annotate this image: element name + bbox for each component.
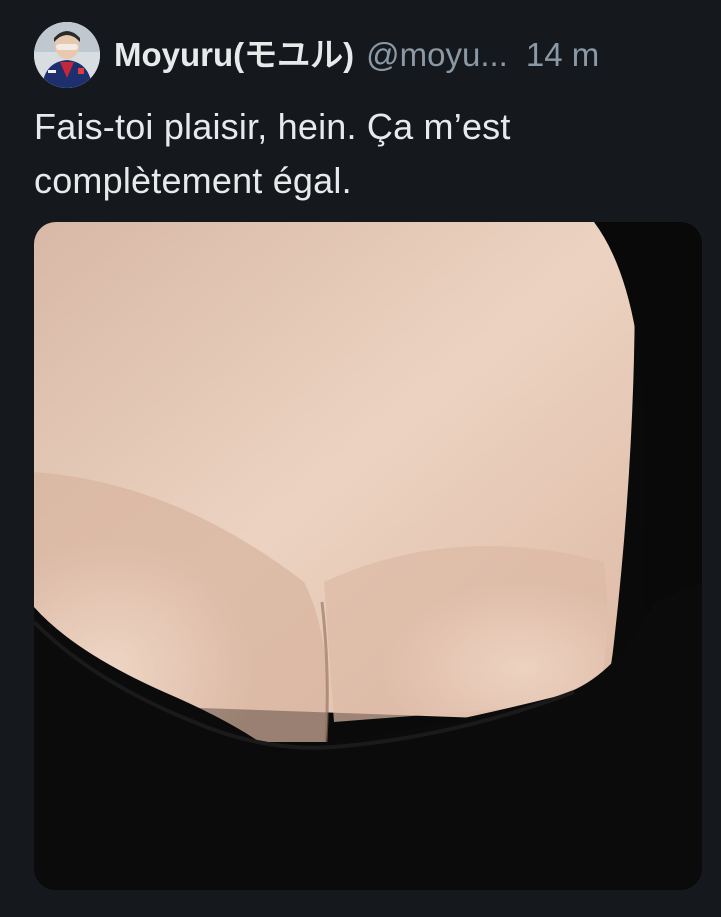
tweet-meta: Moyuru(モユル) @moyu... 14 m (114, 35, 599, 75)
author-avatar[interactable] (34, 22, 100, 88)
photo-image (34, 222, 702, 890)
tweet-header: Moyuru(モユル) @moyu... 14 m (34, 22, 704, 88)
tweet-text: Fais-toi plaisir, hein. Ça m’est complèt… (34, 106, 511, 201)
post-timestamp[interactable]: 14 m (526, 35, 599, 75)
avatar-image (34, 22, 100, 88)
author-handle[interactable]: @moyu... (366, 35, 508, 75)
tweet-card[interactable]: Moyuru(モユル) @moyu... 14 m Fais-toi plais… (0, 0, 721, 917)
tweet-media-photo[interactable] (34, 222, 702, 890)
author-display-name[interactable]: Moyuru(モユル) (114, 35, 354, 75)
